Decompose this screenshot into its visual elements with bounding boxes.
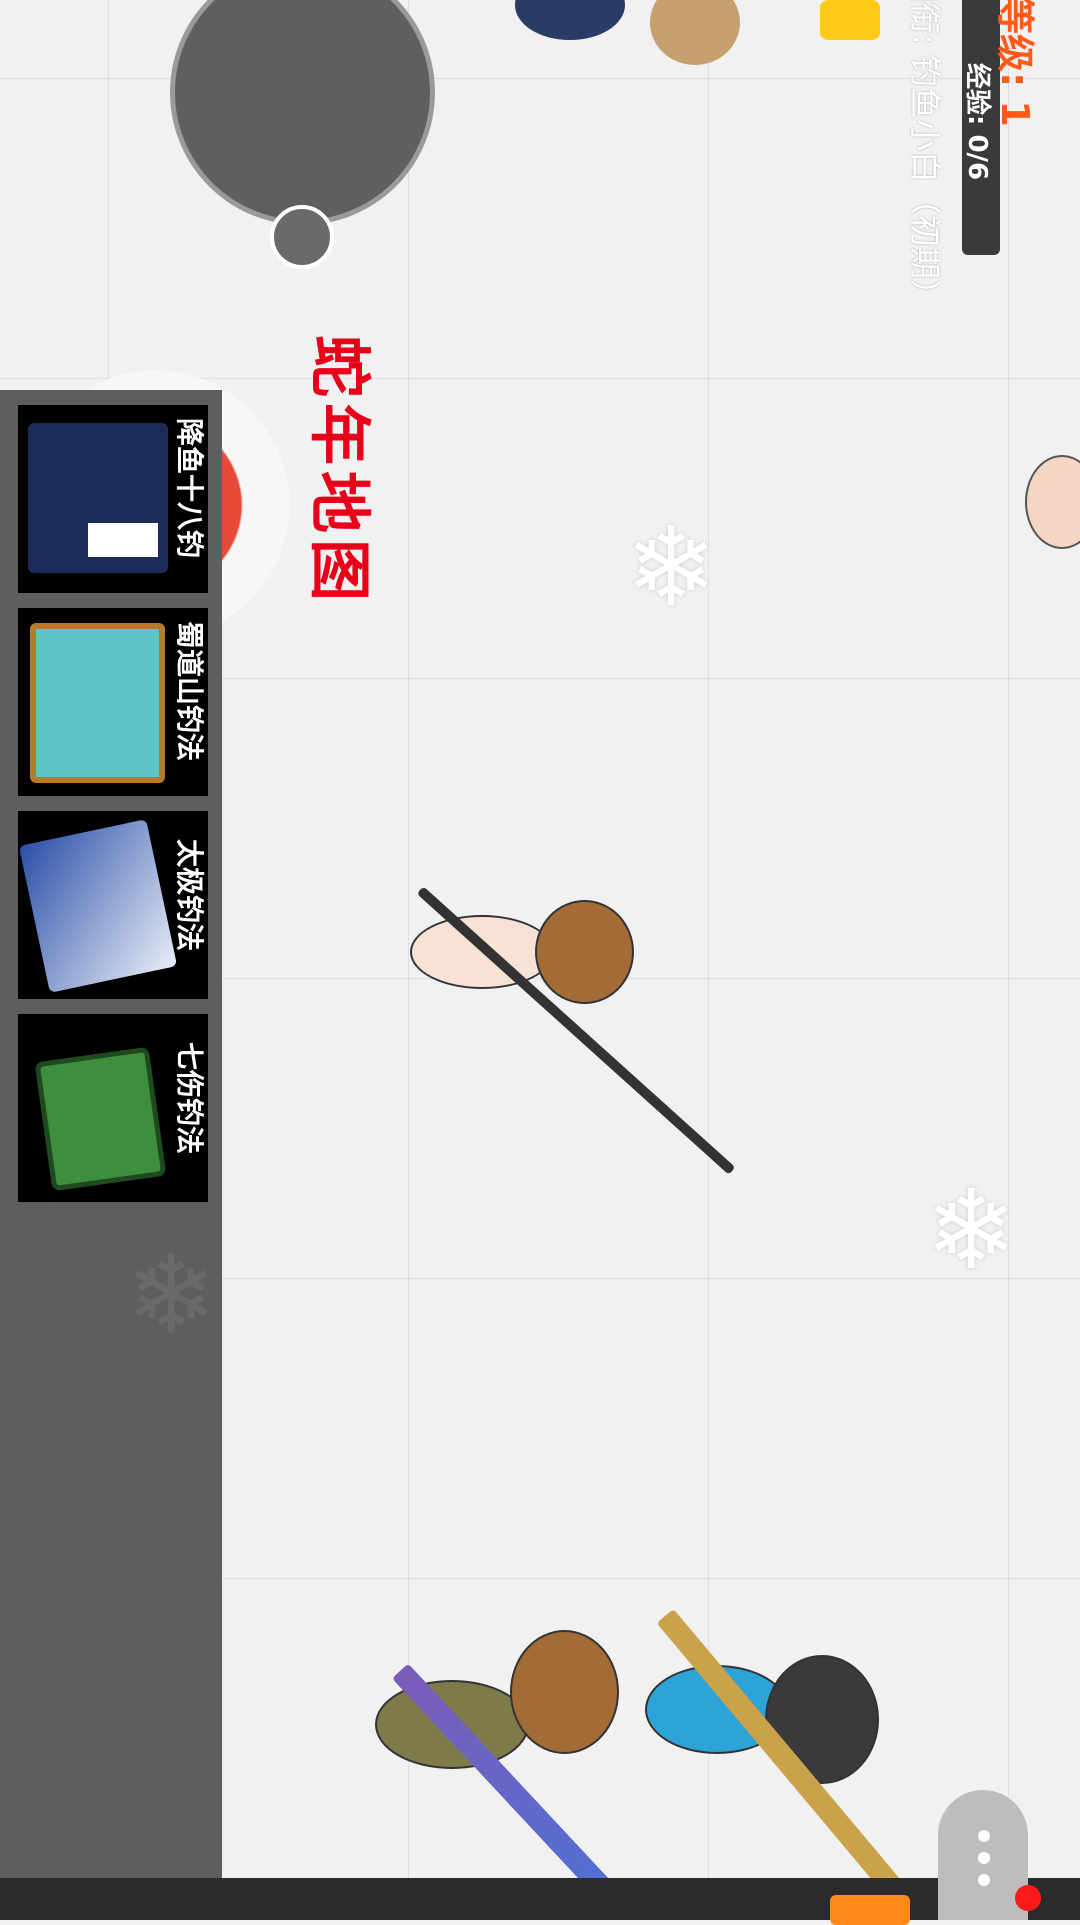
map-title[interactable]: 蛇年地图 — [303, 335, 390, 675]
skill-book-card-2[interactable]: 蜀道山钓法 — [18, 608, 208, 796]
bottom-bar — [0, 1878, 1080, 1920]
player-title-text: 頭衔: 钓鱼小白（初期） — [906, 0, 944, 311]
player-character-head — [535, 900, 634, 1004]
crown-decoration — [820, 0, 880, 40]
skill-book-label: 降鱼十八钓 — [173, 418, 206, 559]
skill-book-card-4[interactable]: 七伤钓法 — [18, 1014, 208, 1202]
skill-book-label: 七伤钓法 — [173, 1042, 206, 1155]
skill-book-card-3[interactable]: 太极钓法 — [18, 811, 208, 999]
orange-badge-icon[interactable] — [830, 1895, 910, 1925]
notification-dot — [1015, 1885, 1041, 1911]
snowflake-icon: ❄ — [125, 1231, 218, 1359]
level-text: 等级: 1 — [993, 0, 1037, 127]
teal-book-icon — [30, 623, 165, 783]
snowflake-icon: ❄ — [625, 503, 718, 631]
snowflake-icon: ❄ — [925, 1166, 1018, 1294]
exp-label: 经验: 0/6 — [962, 63, 992, 181]
skill-book-card-1[interactable]: 降鱼十八钓 — [18, 405, 208, 593]
skill-book-label: 蜀道山钓法 — [173, 621, 206, 762]
npc-character-camo-head — [510, 1630, 619, 1754]
navy-scroll-book-icon — [28, 423, 168, 573]
skill-book-label: 太极钓法 — [173, 839, 206, 952]
green-dragon-book-icon — [34, 1046, 167, 1192]
joystick-knob[interactable] — [270, 205, 334, 269]
blue-taiji-book-icon — [18, 819, 178, 993]
